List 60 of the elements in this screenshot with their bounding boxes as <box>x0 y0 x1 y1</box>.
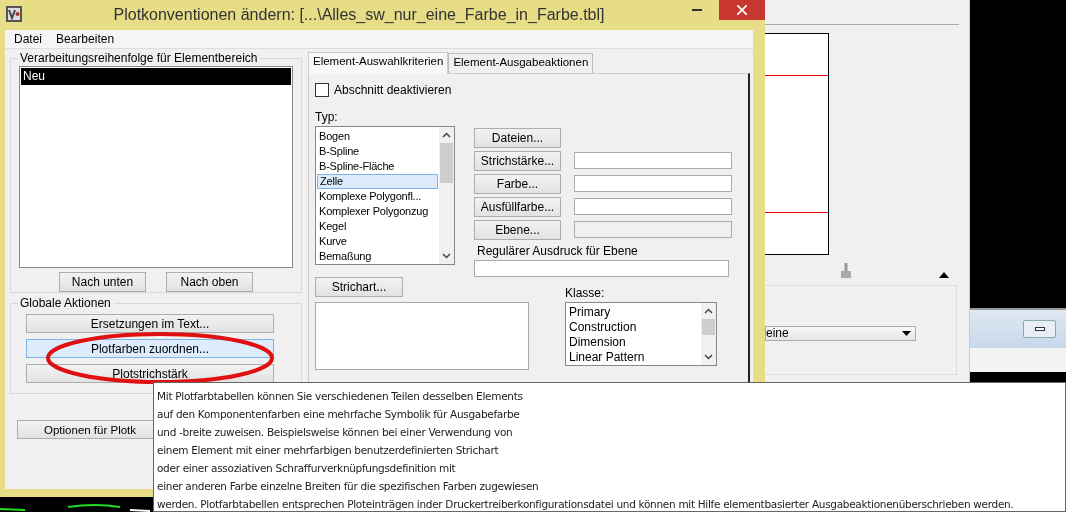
brush-icon <box>840 263 852 279</box>
list-item[interactable]: Kegel <box>317 219 438 234</box>
list-item[interactable]: Komplexe Polygonfl... <box>317 189 438 204</box>
list-label: Klasse: <box>565 286 606 300</box>
text-area[interactable] <box>315 302 529 370</box>
group-title: Globale Aktionen <box>19 296 112 310</box>
tab[interactable]: Element-Ausgabeaktionen <box>448 53 594 73</box>
list-item[interactable]: B-Spline <box>317 144 438 159</box>
list-item[interactable]: Komplexer Polygonzug <box>317 204 438 219</box>
scrollbar-thumb[interactable] <box>440 143 453 183</box>
linestyle-button[interactable]: Strichart... <box>315 277 403 297</box>
scroll-up-icon <box>704 308 713 314</box>
checkbox[interactable] <box>315 83 329 97</box>
input-field[interactable] <box>574 198 732 215</box>
list-item[interactable]: Primary <box>567 305 700 320</box>
list-item[interactable]: Dimension <box>567 335 700 350</box>
scrollbar[interactable] <box>701 303 716 365</box>
input-field[interactable] <box>574 175 732 192</box>
input-field[interactable] <box>574 152 732 169</box>
list-item[interactable]: Bogen <box>317 129 438 144</box>
list-item[interactable]: Zelle <box>317 174 438 189</box>
close-button[interactable] <box>719 0 765 20</box>
move-button[interactable]: Nach unten <box>59 272 146 292</box>
menu-item[interactable]: Bearbeiten <box>56 32 115 46</box>
close-icon <box>737 5 747 15</box>
minimize-icon <box>692 9 702 11</box>
action-button[interactable]: Ersetzungen im Text... <box>26 314 274 333</box>
scroll-up-icon <box>442 132 451 138</box>
list-item[interactable]: B-Spline-Fläche <box>317 159 438 174</box>
dropdown-arrow-icon <box>902 330 911 336</box>
attribute-button[interactable]: Farbe... <box>474 173 561 194</box>
tooltip: Mit Plotfarbtabellen können Sie verschiedenen Teilen desselben Elements auf den Komponentenfarben eine mehrfache Symbolik für Ausgabefarbe und -breite zuweisen. Beispielsweise können bei einer Verwendung von einem Element mit einer mehrfarbigen benutzerdefinierten Strichart oder einer assoziativen Schraffurverknüpfungsdefinition mit einer anderen Farbe einzelne Breiten für die spezifischen Farben zugewiesen werden. Plotfarbtabellen entsprechen Ploteinträgen inder Druckertreiberkonfigurationsdatei und können mit Hilfe elementbasierter Ausgabeaktionenüberschrieben werden. <box>153 382 1066 512</box>
attribute-button[interactable]: Strichstärke... <box>474 150 561 171</box>
scroll-down-icon <box>704 354 713 360</box>
menu-item[interactable]: Datei <box>14 32 42 46</box>
scrollbar-thumb[interactable] <box>702 319 715 335</box>
action-button[interactable]: Plotfarben zuordnen... <box>26 339 274 358</box>
dropdown[interactable]: eine <box>765 325 916 341</box>
input-field[interactable] <box>474 260 729 277</box>
minimize-icon <box>1034 327 1045 331</box>
list-item[interactable]: Linear Pattern <box>567 350 700 365</box>
attribute-button[interactable]: Ebene... <box>474 219 561 240</box>
list-item[interactable]: Bemaßung <box>317 249 438 264</box>
attribute-button[interactable]: Ausfüllfarbe... <box>474 196 561 217</box>
checkbox-label: Abschnitt deaktivieren <box>334 83 452 97</box>
scrollbar[interactable] <box>439 127 454 264</box>
field-label: Regulärer Ausdruck für Ebene <box>477 244 639 258</box>
attribute-button[interactable]: Dateien... <box>474 127 561 148</box>
collapse-icon <box>939 272 949 278</box>
list-label: Typ: <box>315 110 338 124</box>
move-button[interactable]: Nach oben <box>166 272 253 292</box>
minimize-button[interactable] <box>1023 320 1056 338</box>
scroll-down-icon <box>442 253 451 259</box>
window-title: Plotkonventionen ändern: [...\Alles_sw_nur_eine_Farbe_in_Farbe.tbl] <box>113 6 605 24</box>
app-icon <box>5 5 23 23</box>
tab[interactable]: Element-Auswahlkriterien <box>308 52 449 74</box>
list-item[interactable]: Construction <box>567 320 700 335</box>
list-item[interactable]: Neu <box>21 68 291 85</box>
list-item[interactable]: Kurve <box>317 234 438 249</box>
group-title: Verarbeitungsreihenfolge für Elementbereich <box>19 51 259 65</box>
